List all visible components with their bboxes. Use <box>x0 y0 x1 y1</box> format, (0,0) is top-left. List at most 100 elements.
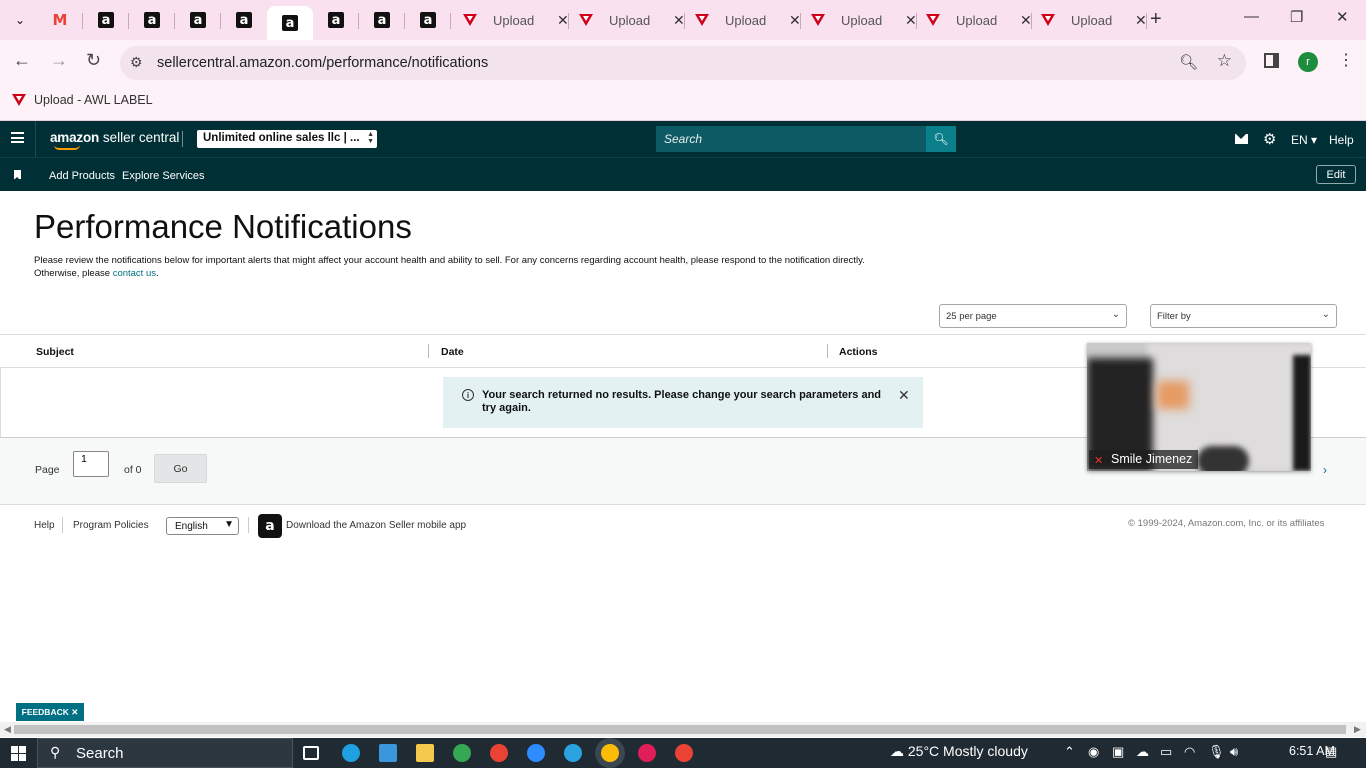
footer-help-link[interactable]: Help <box>34 520 55 531</box>
tab-gmail[interactable]: M <box>37 6 83 34</box>
per-page-select[interactable]: 25 per page ⌄ <box>939 304 1127 328</box>
help-link[interactable]: Help <box>1329 133 1354 147</box>
tab-upload-1[interactable]: Upload ✕ <box>455 6 569 34</box>
edit-button[interactable]: Edit <box>1316 165 1356 184</box>
contact-us-link[interactable]: contact us <box>113 268 156 279</box>
profile-avatar[interactable]: r <box>1298 52 1318 72</box>
search-button[interactable]: 🔍︎ <box>926 126 956 152</box>
tab-amazon-2[interactable]: a <box>129 6 175 34</box>
tab-amazon-7[interactable]: a <box>359 6 405 34</box>
chevron-down-icon: ⌄ <box>1111 309 1120 320</box>
account-name: Unlimited online sales llc | ... <box>203 132 360 144</box>
url-text[interactable]: sellercentral.amazon.com/performance/not… <box>157 55 488 71</box>
weather-widget[interactable]: ☁ 25°C Mostly cloudy <box>890 743 1028 760</box>
volume-icon[interactable]: 🔊︎ <box>1230 744 1238 760</box>
battery-icon[interactable]: ▭ <box>1160 744 1172 760</box>
reload-icon[interactable]: ↻ <box>86 50 101 71</box>
task-view-icon[interactable] <box>303 746 319 760</box>
close-tab-icon[interactable]: ✕ <box>1135 12 1147 29</box>
program-policies-link[interactable]: Program Policies <box>73 520 149 531</box>
windows-start-icon[interactable] <box>11 746 26 761</box>
side-panel-icon[interactable] <box>1264 53 1279 68</box>
bookmark-upload-awl[interactable]: Upload - AWL LABEL <box>12 93 153 107</box>
account-switcher[interactable]: Unlimited online sales llc | ... ▲ ▼ <box>197 130 377 148</box>
explore-services-link[interactable]: Explore Services <box>122 170 205 182</box>
zoom-icon[interactable]: 🔍︎ <box>1179 53 1198 71</box>
scroll-left-icon[interactable]: ◀ <box>4 724 11 735</box>
close-icon[interactable]: ✕ <box>898 387 910 404</box>
slack-icon[interactable] <box>638 744 656 762</box>
amazon-app-icon[interactable]: a <box>258 514 282 538</box>
no-results-alert: i Your search returned no results. Pleas… <box>443 377 923 428</box>
tab-upload-5[interactable]: Upload ✕ <box>918 6 1032 34</box>
store-icon[interactable] <box>379 744 397 762</box>
new-tab-icon[interactable]: + <box>1150 8 1162 31</box>
tab-search-chevron-icon[interactable]: ⌄ <box>8 8 32 32</box>
language-dropdown[interactable]: English ▼ <box>166 517 239 535</box>
language-selector[interactable]: EN ▾ <box>1291 133 1317 147</box>
horizontal-scrollbar[interactable]: ◀ ▶ <box>0 722 1366 737</box>
column-subject[interactable]: Subject <box>36 346 74 358</box>
go-button[interactable]: Go <box>154 454 207 483</box>
restore-icon[interactable]: ❐ <box>1290 8 1303 26</box>
tab-title: Upload <box>725 12 767 28</box>
tab-upload-2[interactable]: Upload ✕ <box>571 6 685 34</box>
column-date[interactable]: Date <box>441 346 464 358</box>
onedrive-icon[interactable]: ☁ <box>1136 744 1149 760</box>
tab-amazon-active[interactable]: a <box>267 6 313 40</box>
add-products-link[interactable]: Add Products <box>49 170 115 182</box>
scroll-right-icon[interactable]: ▶ <box>1354 724 1361 735</box>
file-explorer-icon[interactable] <box>416 744 434 762</box>
video-call-overlay[interactable]: Smile Jimenez ✕ <box>1087 343 1311 471</box>
close-tab-icon[interactable]: ✕ <box>1020 12 1032 29</box>
bookmark-icon[interactable] <box>14 170 21 180</box>
minimize-icon[interactable]: — <box>1244 8 1259 25</box>
wifi-icon[interactable]: ◠ <box>1184 744 1195 760</box>
show-hidden-icons[interactable]: ⌃ <box>1064 744 1075 760</box>
bookmark-star-icon[interactable]: ☆ <box>1217 51 1232 71</box>
back-arrow-icon[interactable]: ← <box>13 50 31 71</box>
close-tab-icon[interactable]: ✕ <box>557 12 569 29</box>
tab-amazon-4[interactable]: a <box>221 6 267 34</box>
feedback-button[interactable]: FEEDBACK ✕ <box>16 703 84 721</box>
tab-amazon-8[interactable]: a <box>405 6 451 34</box>
tab-upload-6[interactable]: Upload ✕ <box>1033 6 1147 34</box>
tab-title: Upload <box>956 12 998 28</box>
tab-upload-4[interactable]: Upload ✕ <box>803 6 917 34</box>
page-number-input[interactable] <box>73 451 109 477</box>
chrome-icon[interactable] <box>490 744 508 762</box>
address-bar[interactable]: ⚙ sellercentral.amazon.com/performance/n… <box>120 46 1246 80</box>
meet-now-icon[interactable]: ▣ <box>1112 744 1124 760</box>
microphone-icon[interactable]: 🎙︎ <box>1208 744 1225 760</box>
filter-select[interactable]: Filter by ⌄ <box>1150 304 1337 328</box>
tab-amazon-1[interactable]: a <box>83 6 129 34</box>
next-page-icon[interactable]: › <box>1323 463 1327 477</box>
site-info-icon[interactable]: ⚙ <box>130 54 143 71</box>
download-app-link[interactable]: Download the Amazon Seller mobile app <box>286 520 466 531</box>
search-input[interactable] <box>656 126 926 152</box>
chrome-icon[interactable] <box>453 744 471 762</box>
edge-icon[interactable] <box>342 744 360 762</box>
notifications-icon[interactable]: ▤ <box>1325 744 1337 760</box>
zoom-app-icon[interactable] <box>527 744 545 762</box>
record-icon[interactable]: ◉ <box>1088 744 1099 760</box>
close-window-icon[interactable]: ✕ <box>1336 8 1349 26</box>
mail-icon[interactable] <box>1235 134 1248 144</box>
tab-upload-3[interactable]: Upload ✕ <box>687 6 801 34</box>
browser-menu-icon[interactable]: ⋮ <box>1338 50 1354 70</box>
upload-favicon-icon <box>1041 14 1055 26</box>
hamburger-menu-icon[interactable] <box>11 132 24 143</box>
telegram-icon[interactable] <box>564 744 582 762</box>
close-tab-icon[interactable]: ✕ <box>905 12 917 29</box>
close-tab-icon[interactable]: ✕ <box>673 12 685 29</box>
chrome-active-icon[interactable] <box>601 744 619 762</box>
tab-amazon-3[interactable]: a <box>175 6 221 34</box>
forward-arrow-icon[interactable]: → <box>50 50 68 71</box>
close-tab-icon[interactable]: ✕ <box>789 12 801 29</box>
taskbar-search[interactable]: ⚲ Search <box>37 738 293 768</box>
chrome-icon[interactable] <box>675 744 693 762</box>
scrollbar-thumb[interactable] <box>14 725 1346 734</box>
tab-amazon-6[interactable]: a <box>313 6 359 34</box>
seller-central-logo[interactable]: amazon seller central <box>50 130 179 150</box>
settings-gear-icon[interactable]: ⚙ <box>1263 130 1276 148</box>
